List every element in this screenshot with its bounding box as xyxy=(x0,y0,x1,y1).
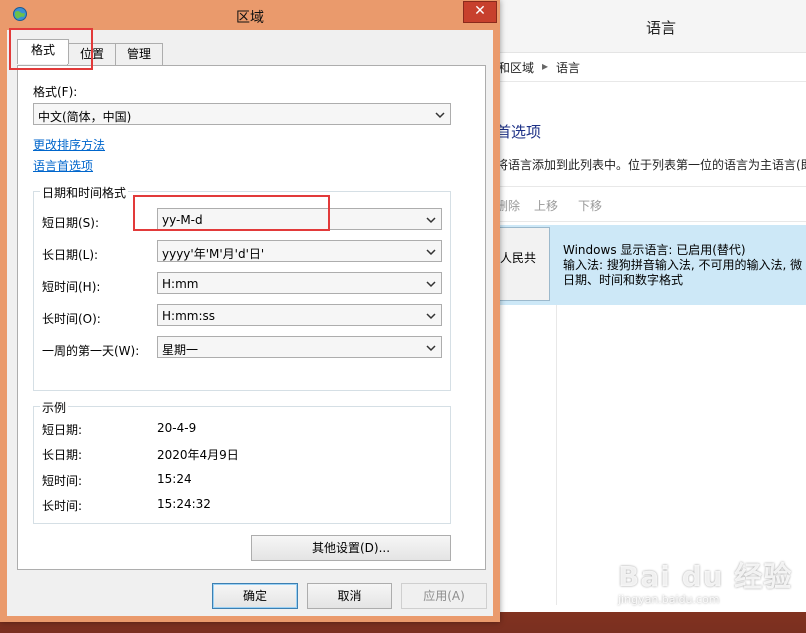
long-date-select[interactable]: yyyy'年'M'月'd'日' xyxy=(157,240,442,262)
change-sort-link[interactable]: 更改排序方法 xyxy=(33,136,105,153)
example-long-date-value: 2020年4月9日 xyxy=(157,448,239,462)
long-date-label: 长日期(L): xyxy=(42,248,99,262)
tab-format[interactable]: 格式 xyxy=(17,39,69,64)
address-bar[interactable]: 和区域 ▸ 语言 xyxy=(492,53,806,82)
language-toolbar: 删除 上移 下移 xyxy=(492,186,806,222)
close-button[interactable]: ✕ xyxy=(463,1,497,23)
apply-button[interactable]: 应用(A) xyxy=(401,583,487,609)
example-long-time-value: 15:24:32 xyxy=(157,497,211,511)
breadcrumb-item-region[interactable]: 和区域 xyxy=(498,59,534,76)
language-window: 语言 和区域 ▸ 语言 首选项 将语言添加到此列表中。位于列表第一位的语言为主语… xyxy=(492,0,806,612)
first-day-of-week-value: 星期一 xyxy=(162,343,199,357)
language-detail-line: 日期、时间和数字格式 xyxy=(563,273,684,287)
highlight-box-short-date xyxy=(133,195,330,231)
preferences-description: 将语言添加到此列表中。位于列表第一位的语言为主语言(即你 xyxy=(496,158,806,172)
move-up-button[interactable]: 上移 xyxy=(534,197,558,214)
preferences-heading: 首选项 xyxy=(496,123,542,141)
breadcrumb-item-language[interactable]: 语言 xyxy=(556,59,580,76)
dialog-title: 区域 xyxy=(236,10,264,26)
example-group: 示例 短日期: 20-4-9 长日期: 2020年4月9日 短时间: 15:24… xyxy=(33,399,451,524)
chevron-down-icon xyxy=(426,313,436,320)
ok-button[interactable]: 确定 xyxy=(212,583,298,609)
format-tab-pane: 格式(F): 中文(简体，中国) 更改排序方法 语言首选项 日期和时间格式 短日… xyxy=(17,65,486,570)
baidu-logo: Bai du 经验 xyxy=(618,560,793,593)
example-short-time-label: 短时间: xyxy=(42,474,83,488)
cancel-button[interactable]: 取消 xyxy=(307,583,392,609)
short-time-select[interactable]: H:mm xyxy=(157,272,442,294)
format-select-value: 中文(简体，中国) xyxy=(38,110,132,124)
language-window-title: 语言 xyxy=(646,19,677,37)
short-time-label: 短时间(H): xyxy=(42,280,101,294)
short-time-value: H:mm xyxy=(162,277,199,291)
list-divider xyxy=(556,305,557,605)
example-group-title: 示例 xyxy=(40,399,69,416)
chevron-down-icon xyxy=(426,345,436,352)
dialog-client-area: 格式 位置 管理 格式(F): 中文(简体，中国) 更改排序方法 语言首选项 日… xyxy=(7,30,493,616)
format-label: 格式(F): xyxy=(33,85,78,99)
long-time-value: H:mm:ss xyxy=(162,309,215,323)
region-dialog: 区域 ✕ 格式 位置 管理 格式(F): 中文(简体，中国) 更改排序方法 语言… xyxy=(0,0,500,622)
chevron-down-icon xyxy=(426,281,436,288)
language-preferences-link[interactable]: 语言首选项 xyxy=(33,157,93,174)
example-long-time-label: 长时间: xyxy=(42,499,83,513)
close-icon: ✕ xyxy=(474,3,486,19)
tab-label: 管理 xyxy=(126,47,151,61)
first-day-of-week-label: 一周的第一天(W): xyxy=(42,344,140,358)
language-window-titlebar: 语言 xyxy=(492,0,806,53)
language-detail-line: 输入法: 搜狗拼音输入法, 不可用的输入法, 微 xyxy=(563,258,803,272)
language-details: Windows 显示语言: 已启用(替代) 输入法: 搜狗拼音输入法, 不可用的… xyxy=(563,243,802,288)
datetime-group-title: 日期和时间格式 xyxy=(40,184,129,201)
language-detail-line: Windows 显示语言: 已启用(替代) xyxy=(563,243,746,257)
long-date-value: yyyy'年'M'月'd'日' xyxy=(162,247,265,261)
long-time-label: 长时间(O): xyxy=(42,312,101,326)
tab-administrative[interactable]: 管理 xyxy=(115,43,163,66)
other-settings-button[interactable]: 其他设置(D)... xyxy=(251,535,451,561)
example-long-date-label: 长日期: xyxy=(42,448,83,462)
long-time-select[interactable]: H:mm:ss xyxy=(157,304,442,326)
first-day-of-week-select[interactable]: 星期一 xyxy=(157,336,442,358)
chevron-down-icon xyxy=(426,249,436,256)
chevron-down-icon xyxy=(426,217,436,224)
short-date-label: 短日期(S): xyxy=(42,216,100,230)
tab-label: 格式 xyxy=(30,43,55,57)
example-short-date-label: 短日期: xyxy=(42,423,83,437)
breadcrumb-separator-icon: ▸ xyxy=(542,59,549,73)
language-name: 人民共 xyxy=(500,251,537,265)
example-short-date-value: 20-4-9 xyxy=(157,421,197,435)
example-short-time-value: 15:24 xyxy=(157,472,192,486)
dialog-titlebar[interactable]: 区域 ✕ xyxy=(0,0,500,30)
move-down-button[interactable]: 下移 xyxy=(578,197,602,214)
language-name-box[interactable]: 人民共 xyxy=(496,227,550,301)
format-select[interactable]: 中文(简体，中国) xyxy=(33,103,451,125)
baidu-watermark: Bai du 经验 jingyan.baidu.com xyxy=(618,555,792,606)
chevron-down-icon xyxy=(435,112,445,119)
